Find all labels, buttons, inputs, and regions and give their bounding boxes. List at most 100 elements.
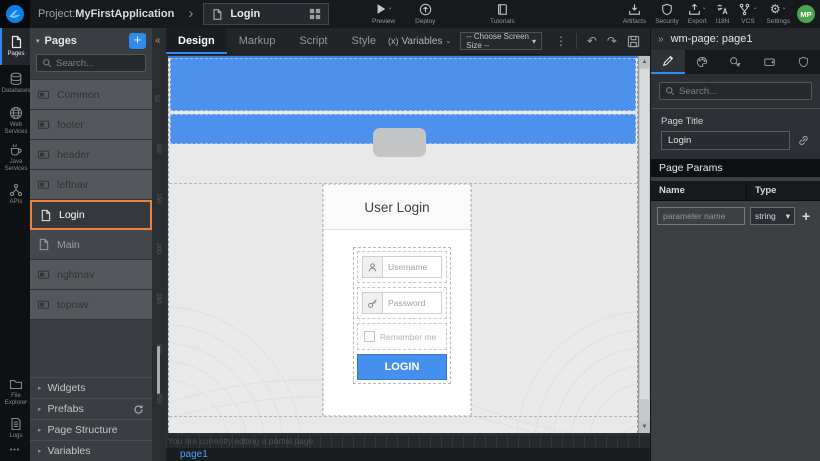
i18n-button[interactable]: I18N [716, 3, 730, 25]
caret-down-icon: ⌄ [782, 3, 787, 13]
open-page-tab[interactable]: Login [203, 3, 329, 25]
pages-panel: ▾ Pages + Common footer header leftnav [30, 28, 152, 461]
remember-me-row: Remember me [357, 323, 447, 350]
tab-markup[interactable]: Markup [227, 28, 288, 54]
tab-design[interactable]: Design [166, 28, 227, 54]
panel-caret-icon[interactable]: ▾ [36, 37, 40, 45]
scroll-down-icon[interactable]: ▼ [639, 421, 650, 433]
page-icon [39, 209, 52, 222]
user-avatar[interactable]: MP [797, 5, 815, 23]
tab-events[interactable] [719, 50, 753, 74]
section-variables[interactable]: ▸ Variables [30, 440, 152, 461]
canvas-scroll-thumb[interactable] [640, 69, 649, 399]
canvas-header-top[interactable] [170, 58, 636, 111]
canvas-right-column[interactable] [471, 184, 636, 416]
grid-icon[interactable] [309, 8, 321, 20]
tab-properties[interactable] [651, 50, 685, 74]
page-item-footer[interactable]: footer [30, 110, 152, 140]
partial-icon [37, 298, 50, 311]
page-item-leftnav[interactable]: leftnav [30, 170, 152, 200]
username-row [357, 251, 447, 283]
param-name-input[interactable] [657, 207, 745, 225]
key-icon [362, 292, 382, 314]
section-widgets[interactable]: ▸ Widgets [30, 377, 152, 398]
tab-security[interactable] [786, 50, 820, 74]
tab-script[interactable]: Script [287, 28, 339, 54]
rail-item-java-services[interactable]: Java Services [0, 139, 30, 176]
deploy-button[interactable]: Deploy [415, 3, 435, 25]
redo-icon[interactable]: ↷ [602, 34, 622, 48]
canvas-left-column[interactable] [170, 184, 323, 416]
page-item-header[interactable]: header [30, 140, 152, 170]
page-item-common[interactable]: Common [30, 80, 152, 110]
toolbar-divider [576, 33, 577, 49]
tab-styles[interactable] [685, 50, 719, 74]
settings-button[interactable]: ⚙ ⌄ Settings [767, 3, 791, 25]
rail-item-logs[interactable]: Logs [0, 410, 30, 447]
remember-me-checkbox[interactable] [364, 331, 375, 342]
canvas-scrollbar[interactable]: ▲ ▼ [638, 56, 650, 433]
vcs-button[interactable]: ⌄ VCS [738, 3, 757, 25]
ruler-scroll-thumb[interactable] [157, 346, 160, 394]
editor-toolbar: Design Markup Script Style (x) Variables… [166, 28, 650, 55]
page-item-login[interactable]: Login [30, 200, 152, 230]
bind-link-icon[interactable] [797, 134, 810, 147]
undo-icon[interactable]: ↶ [582, 34, 602, 48]
editing-note: You are currently editing a partial page… [168, 436, 316, 446]
username-input[interactable] [382, 256, 442, 278]
section-page-structure[interactable]: ▸ Page Structure [30, 419, 152, 440]
pages-panel-title: Pages [45, 35, 77, 47]
security-button[interactable]: Security [655, 3, 678, 25]
tutorials-button[interactable]: Tutorials [490, 3, 515, 25]
tab-style[interactable]: Style [340, 28, 388, 54]
kebab-menu-icon[interactable]: ⋮ [551, 34, 571, 48]
scroll-up-icon[interactable]: ▲ [639, 56, 650, 68]
page-item-main[interactable]: Main [30, 230, 152, 260]
status-page-tab[interactable]: page1 [180, 449, 208, 460]
canvas-vertical-ruler: « 50 100 150 200 250 300 350 [152, 28, 166, 461]
password-input[interactable] [382, 292, 442, 314]
partial-icon [37, 178, 50, 191]
page-item-rightnav[interactable]: rightnav [30, 260, 152, 290]
param-type-select[interactable]: string ▾ [750, 207, 795, 225]
rail-item-databases[interactable]: Databases [0, 65, 30, 102]
rail-item-apis[interactable]: APIs [0, 176, 30, 213]
properties-panel-tabs [651, 50, 820, 74]
rail-item-file-explorer[interactable]: File Explorer [0, 373, 30, 410]
artifacts-button[interactable]: Artifacts [623, 3, 646, 25]
collapse-right-panel-icon[interactable]: » [658, 34, 664, 45]
login-form[interactable]: Remember me LOGIN [353, 247, 451, 384]
rail-item-pages[interactable]: Pages [0, 28, 30, 65]
page-title-input[interactable] [661, 131, 790, 150]
more-options-icon[interactable]: ••• [0, 447, 30, 461]
login-button[interactable]: LOGIN [357, 354, 447, 380]
palette-icon [696, 56, 708, 68]
refresh-icon[interactable] [133, 404, 144, 415]
play-icon [375, 3, 387, 15]
export-button[interactable]: ⌄ Export [688, 3, 707, 25]
section-prefabs[interactable]: ▸ Prefabs [30, 398, 152, 419]
variables-button[interactable]: (x) Variables ⌄ [388, 36, 451, 47]
login-card[interactable]: User Login [323, 184, 471, 416]
editor-status-bar: page1 [166, 448, 650, 461]
page-title-label: Page Title [659, 109, 812, 131]
preview-button[interactable]: ⌄ Preview [372, 3, 395, 25]
page-item-topnav[interactable]: topnav [30, 290, 152, 320]
section-caret-icon: ▸ [38, 447, 42, 455]
properties-search-input[interactable] [679, 86, 806, 97]
wavemaker-logo[interactable] [0, 0, 30, 28]
rail-item-web-services[interactable]: Web Services [0, 102, 30, 139]
tab-devices[interactable] [752, 50, 786, 74]
collapse-pages-panel-icon[interactable]: « [155, 35, 161, 46]
project-name[interactable]: Project:MyFirstApplication [38, 8, 174, 20]
partial-icon [37, 88, 50, 101]
save-icon[interactable] [622, 35, 645, 48]
canvas-logo-placeholder[interactable] [373, 128, 426, 157]
add-param-button[interactable]: + [800, 208, 812, 224]
pages-search-input[interactable] [56, 58, 140, 69]
pages-icon [9, 35, 23, 49]
design-canvas[interactable]: User Login [168, 56, 638, 433]
shield-icon [798, 56, 809, 68]
add-page-button[interactable]: + [129, 33, 146, 49]
screen-size-select[interactable]: -- Choose Screen Size -- ▾ [460, 32, 542, 50]
